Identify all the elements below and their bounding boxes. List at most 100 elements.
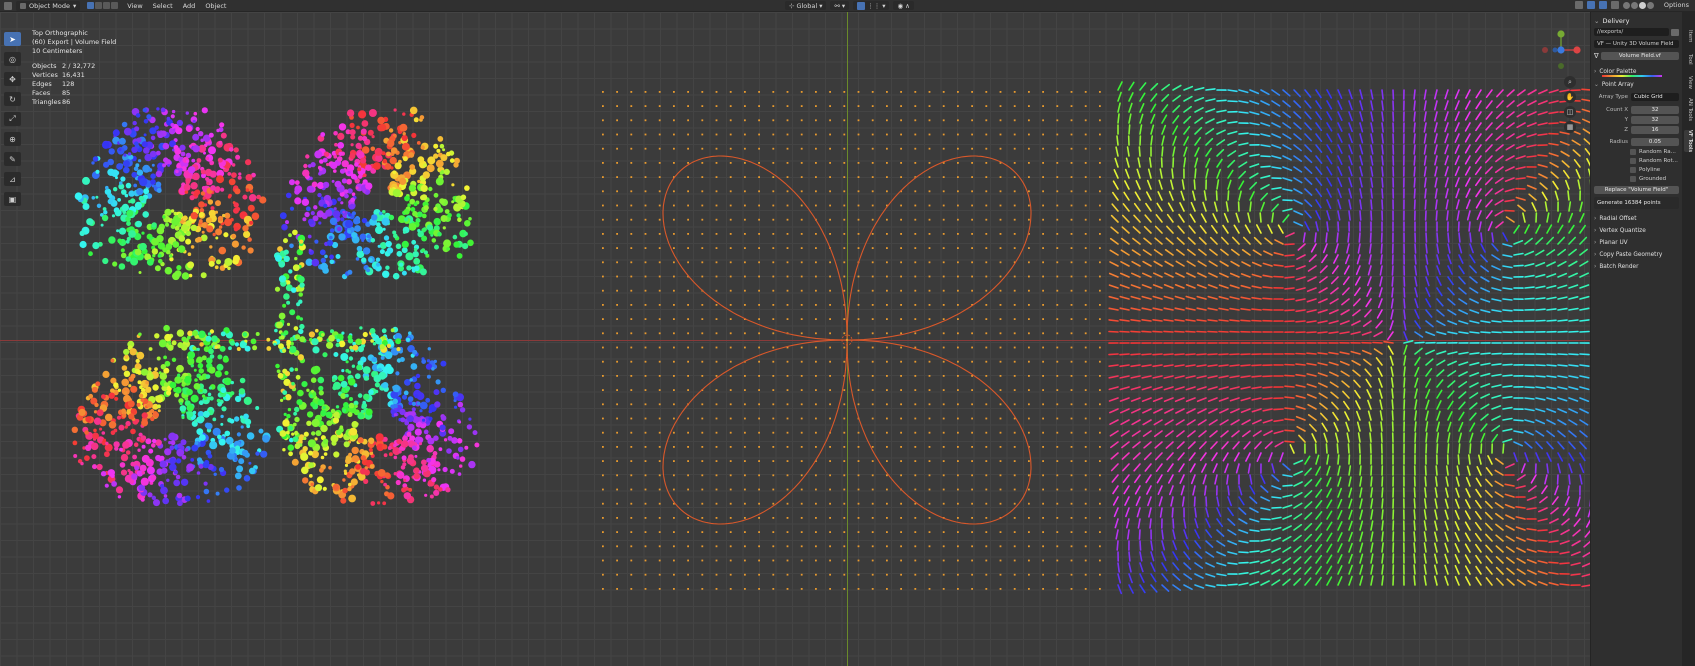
particle-cloud[interactable] — [71, 106, 480, 507]
grid-point — [772, 531, 775, 533]
particle — [146, 403, 151, 408]
particle — [396, 250, 403, 257]
vector-arrow — [1207, 375, 1218, 379]
editor-type-button[interactable] — [0, 1, 16, 11]
particle — [130, 257, 139, 266]
vector-field[interactable] — [1108, 81, 1590, 595]
grid-point — [871, 289, 874, 292]
vector-arrow — [1110, 452, 1119, 460]
grid-point — [971, 573, 973, 576]
vector-arrow — [1171, 168, 1174, 179]
vector-arrow — [1207, 364, 1218, 368]
vector-arrow — [1367, 399, 1372, 410]
vector-arrow — [1306, 287, 1317, 293]
grid-point — [1013, 446, 1016, 448]
grid-point — [942, 289, 945, 292]
particle — [402, 112, 406, 116]
particle — [398, 450, 402, 454]
grid-point — [1084, 91, 1087, 93]
vector-arrow — [1150, 551, 1155, 562]
grid-point — [1070, 133, 1073, 136]
particle — [276, 369, 281, 374]
particle — [117, 388, 122, 392]
grid-point — [928, 545, 931, 548]
menu-select[interactable]: Select — [148, 2, 178, 10]
grid-point — [971, 162, 973, 164]
grid-point — [999, 119, 1002, 122]
grid-point — [744, 190, 746, 193]
gizmo-toggle-icon[interactable] — [1586, 1, 1595, 9]
vector-arrow — [1337, 221, 1340, 232]
grid-point — [928, 318, 931, 320]
overlay-toggle-icon[interactable] — [1598, 1, 1607, 9]
vector-arrow — [1119, 375, 1130, 379]
menu-object[interactable]: Object — [200, 2, 231, 10]
select-new-icon[interactable] — [87, 2, 95, 9]
grid-point — [1028, 360, 1030, 363]
options-label[interactable]: Options — [1664, 1, 1689, 9]
particle — [224, 218, 232, 227]
vector-arrow — [1227, 485, 1230, 496]
grid-point — [715, 289, 718, 292]
grid-point — [644, 247, 647, 249]
particle — [163, 382, 169, 387]
grid-point — [999, 318, 1002, 320]
vector-arrow — [1142, 260, 1152, 267]
particle — [243, 230, 251, 238]
orientation-dropdown[interactable]: ⊹ Global ▾ — [785, 1, 827, 10]
particle — [371, 356, 378, 363]
grid-point — [1042, 119, 1044, 122]
particle — [72, 440, 78, 446]
particle — [421, 194, 428, 201]
grid-point — [715, 545, 718, 548]
grid-point — [701, 403, 704, 406]
vector-arrow — [1284, 309, 1295, 312]
grid-point — [616, 531, 618, 533]
xray-icon[interactable] — [1610, 1, 1619, 9]
visibility-icon[interactable] — [1574, 1, 1583, 9]
grid-point — [829, 375, 831, 377]
select-mode-group[interactable] — [87, 2, 119, 9]
grid-point — [1099, 105, 1101, 107]
select-invert-icon[interactable] — [111, 2, 119, 9]
scene-render[interactable] — [0, 12, 1590, 666]
vector-arrow — [1205, 584, 1216, 588]
select-subtract-icon[interactable] — [103, 2, 111, 9]
grid-point — [715, 488, 718, 491]
vector-arrow — [1194, 147, 1200, 157]
particle — [377, 469, 386, 477]
viewport-icon — [4, 1, 12, 10]
particle — [462, 243, 469, 250]
shading-modes[interactable] — [1622, 1, 1654, 9]
particle — [185, 230, 191, 237]
proportional-edit[interactable]: ◉ ∧ — [893, 1, 914, 10]
material-shading-icon[interactable] — [1638, 1, 1646, 9]
grid-point — [1070, 91, 1073, 93]
particle — [370, 238, 376, 243]
vector-arrow — [1172, 562, 1180, 571]
grid-point — [701, 531, 704, 533]
pivot-dropdown[interactable]: ⚯ ▾ — [830, 1, 850, 10]
wireframe-shading-icon[interactable] — [1622, 1, 1630, 9]
particle — [423, 250, 428, 255]
vector-arrow — [1154, 237, 1163, 245]
particle — [201, 230, 205, 234]
menu-view[interactable]: View — [122, 2, 147, 10]
particle — [209, 354, 215, 359]
vector-arrow — [1249, 496, 1258, 504]
particle — [171, 340, 177, 346]
vector-arrow — [1367, 265, 1372, 276]
vector-arrow — [1208, 419, 1218, 426]
particle — [218, 140, 223, 145]
grid-point — [701, 375, 704, 377]
snap-toggle[interactable]: ⋮⋮ ▾ — [853, 1, 890, 10]
select-extend-icon[interactable] — [95, 2, 103, 9]
grid-point — [999, 531, 1002, 533]
vector-arrow — [1295, 384, 1306, 388]
mode-dropdown[interactable]: Object Mode ▾ — [16, 0, 81, 11]
solid-shading-icon[interactable] — [1630, 1, 1638, 9]
menu-add[interactable]: Add — [178, 2, 201, 10]
3d-viewport[interactable]: Top Orthographic (60) Export | Volume Fi… — [0, 12, 1590, 666]
vector-arrow — [1161, 124, 1167, 135]
rendered-shading-icon[interactable] — [1646, 1, 1654, 9]
